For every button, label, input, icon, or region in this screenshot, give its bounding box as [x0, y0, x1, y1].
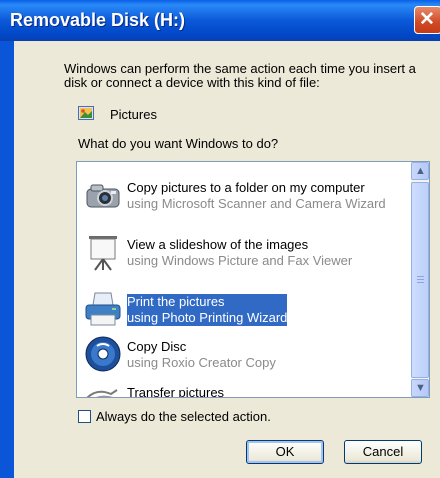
scroll-down-button[interactable]: ▼ — [411, 379, 429, 397]
action-title: View a slideshow of the images — [127, 237, 309, 252]
projector-screen-icon — [89, 236, 117, 271]
action-subtitle: using Photo Printing Wizard — [127, 310, 288, 325]
dialog-window: Removable Disk (H:) ✕ Windows can perfor… — [0, 0, 440, 478]
action-title: Transfer pictures — [127, 385, 225, 398]
disc-icon — [85, 336, 121, 372]
window-title: Removable Disk (H:) — [10, 10, 186, 30]
action-title: Copy pictures to a folder on my computer — [127, 180, 365, 195]
always-checkbox-label[interactable]: Always do the selected action. — [96, 409, 271, 424]
cancel-button[interactable]: Cancel — [344, 440, 422, 464]
transfer-icon — [86, 389, 118, 397]
question-text: What do you want Windows to do? — [78, 136, 279, 151]
list-item-copy-pictures[interactable]: Copy pictures to a folder on my computer… — [77, 169, 411, 227]
action-subtitle: using Microsoft Scanner and Camera Wizar… — [127, 196, 386, 211]
content-type-label: Pictures — [110, 107, 157, 122]
ok-button[interactable]: OK — [246, 440, 324, 464]
camera-icon — [86, 184, 120, 208]
scroll-thumb[interactable] — [411, 182, 429, 378]
always-checkbox[interactable] — [78, 410, 91, 423]
list-item-slideshow[interactable]: View a slideshow of the images using Win… — [77, 226, 411, 284]
action-text: Copy pictures to a folder on my computer… — [127, 180, 386, 212]
list-item-transfer-pictures[interactable]: Transfer pictures — [77, 374, 411, 398]
chevron-up-icon: ▲ — [415, 165, 426, 177]
thumb-grip — [417, 279, 424, 280]
window-border-left — [0, 41, 14, 478]
action-subtitle: using Windows Picture and Fax Viewer — [127, 253, 353, 268]
close-button[interactable]: ✕ — [414, 6, 440, 34]
action-text: Copy Disc using Roxio Creator Copy — [127, 339, 276, 371]
list-scrollbar[interactable]: ▲ ▼ — [411, 162, 429, 397]
action-text: Transfer pictures — [127, 385, 225, 398]
action-text: View a slideshow of the images using Win… — [127, 237, 352, 269]
title-bar[interactable]: Removable Disk (H:) ✕ — [0, 0, 440, 41]
action-title: Print the pictures — [127, 294, 225, 309]
close-icon: ✕ — [419, 9, 435, 30]
printer-icon — [85, 292, 121, 326]
thumb-grip — [417, 282, 424, 283]
thumb-grip — [417, 276, 424, 277]
action-subtitle: using Roxio Creator Copy — [127, 355, 276, 370]
intro-text: Windows can perform the same action each… — [64, 61, 416, 90]
scroll-up-button[interactable]: ▲ — [411, 162, 429, 180]
action-title: Copy Disc — [127, 339, 187, 354]
chevron-down-icon: ▼ — [415, 382, 426, 394]
pictures-icon — [78, 106, 94, 120]
action-text: Print the pictures using Photo Printing … — [127, 294, 288, 326]
action-list[interactable]: Copy pictures to a folder on my computer… — [76, 161, 430, 398]
